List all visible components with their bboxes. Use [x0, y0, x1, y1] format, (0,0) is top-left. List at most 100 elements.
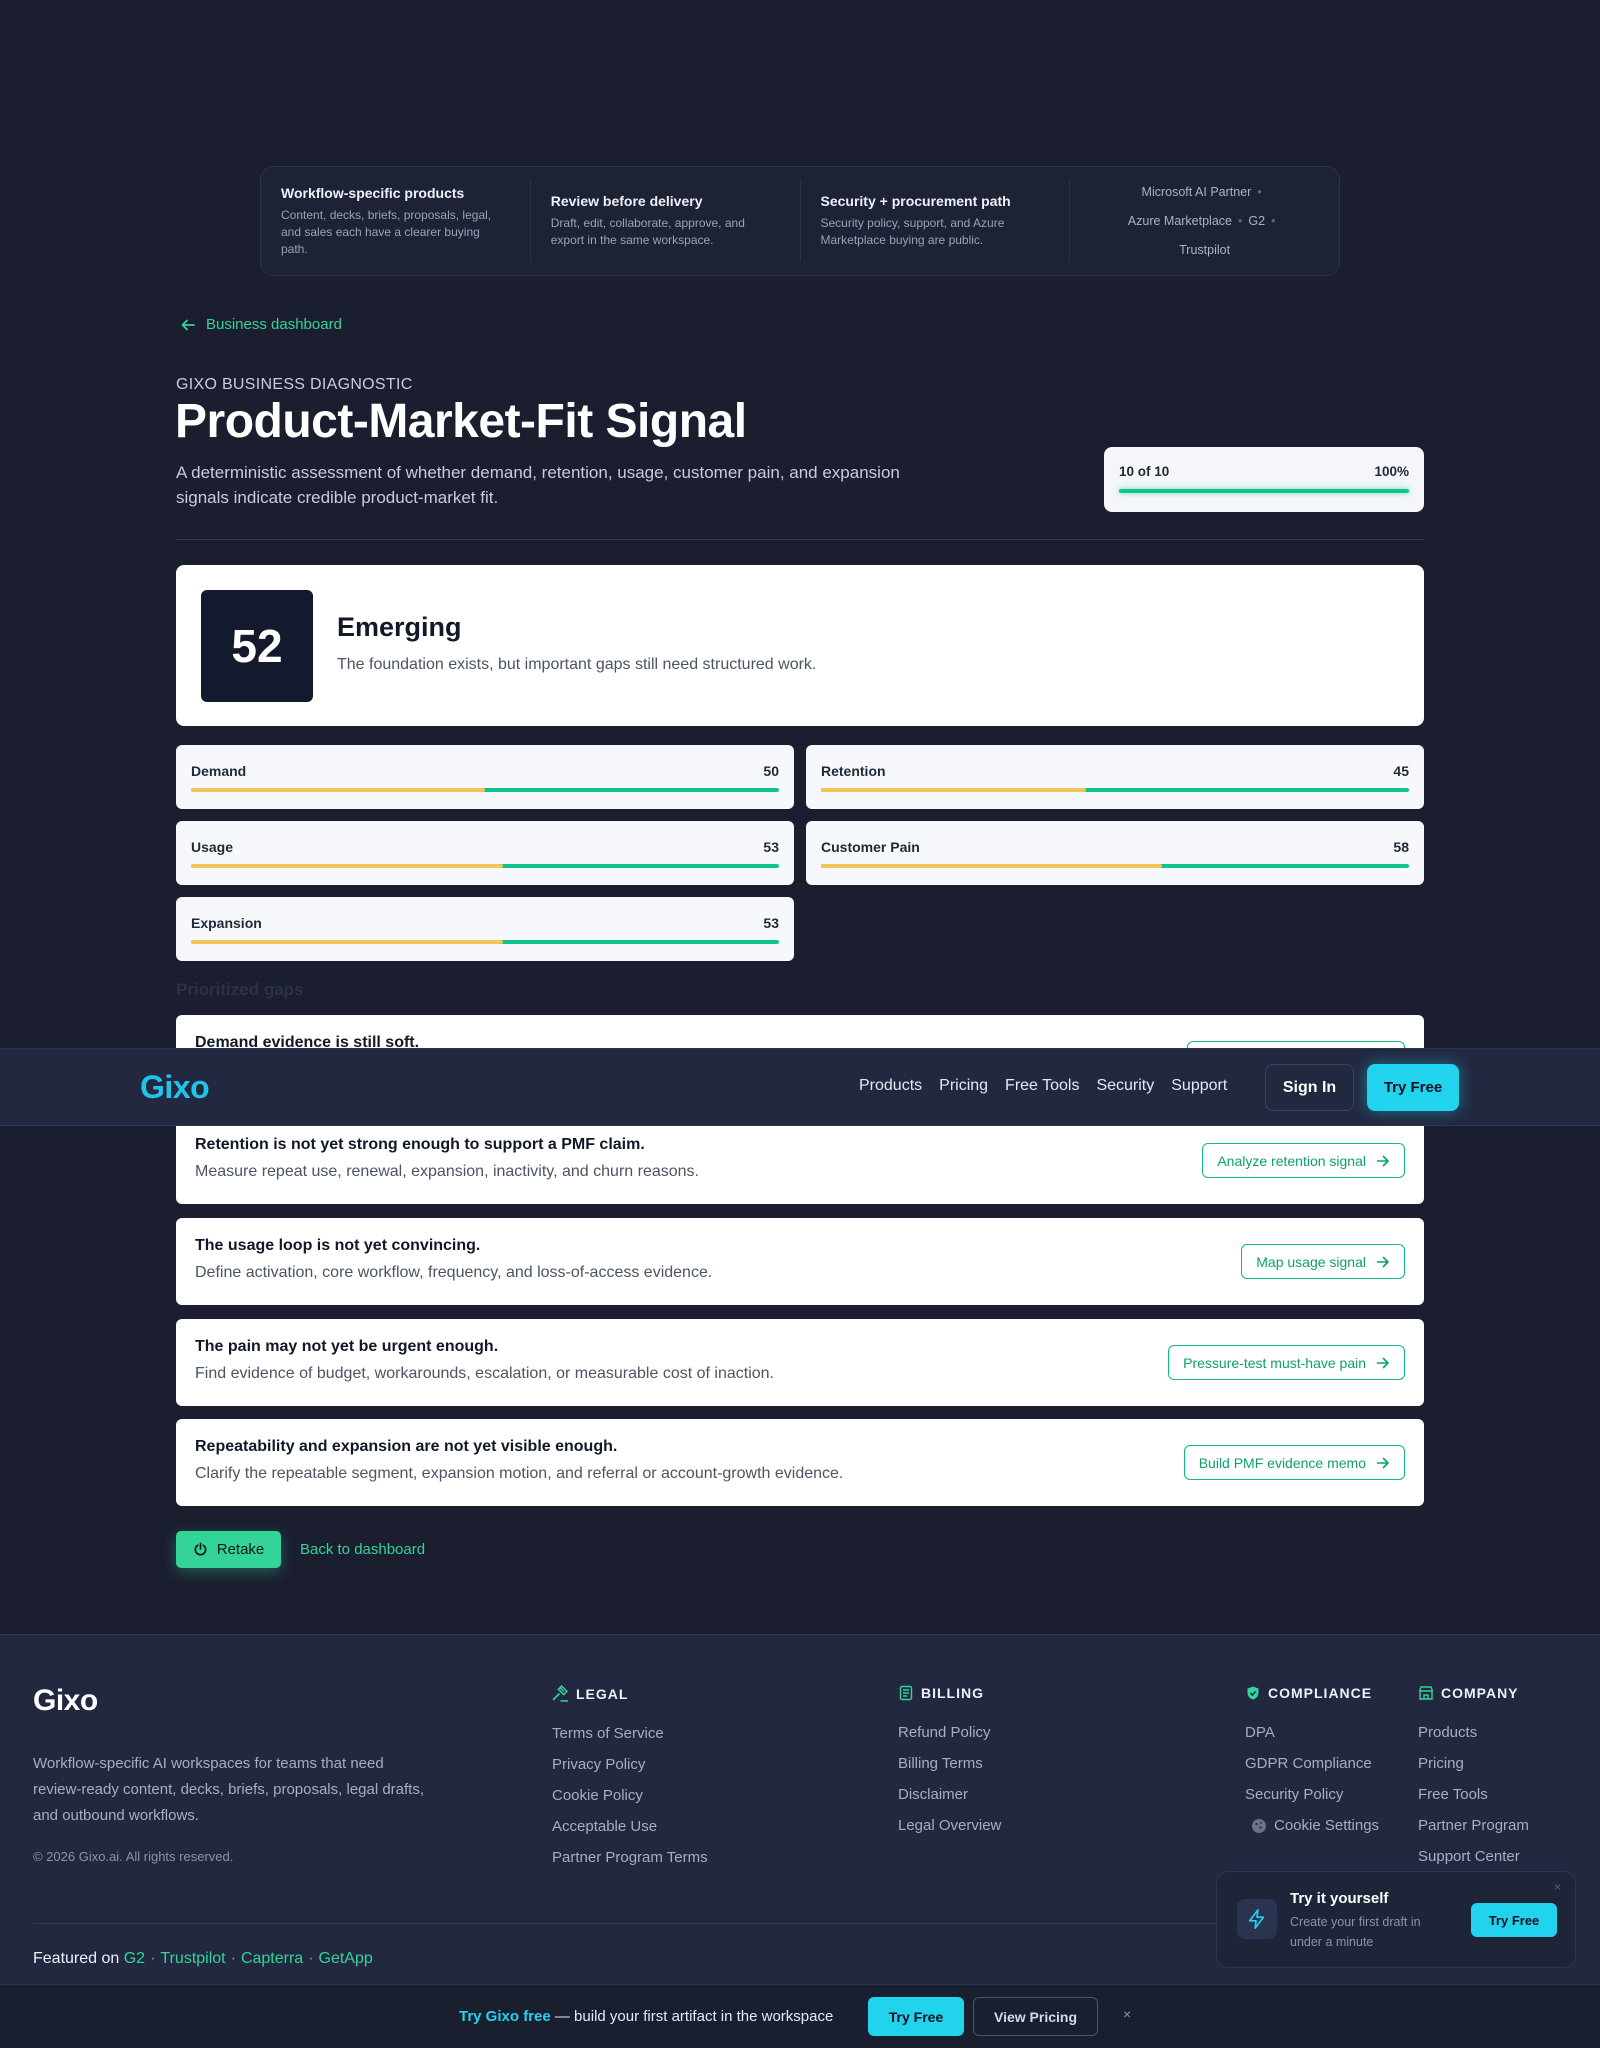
footer-link[interactable]: Refund Policy: [898, 1717, 1001, 1748]
footer-brand: Gixo: [33, 1684, 98, 1717]
footer-column-compliance: COMPLIANCE DPA GDPR Compliance Security …: [1245, 1685, 1379, 1841]
featured-link-getapp[interactable]: GetApp: [319, 1950, 373, 1967]
footer-link[interactable]: Terms of Service: [552, 1718, 708, 1749]
footer-link[interactable]: GDPR Compliance: [1245, 1748, 1379, 1779]
footer-link[interactable]: Disclaimer: [898, 1779, 1001, 1810]
build-pmf-memo-button[interactable]: Build PMF evidence memo: [1183, 1445, 1405, 1480]
trust-item: Review before delivery Draft, edit, coll…: [531, 180, 801, 262]
featured-on: Featured on G2 · Trustpilot · Capterra · GetAp…: [33, 1950, 373, 1967]
footer-copyright: © 2026 Gixo.ai. All rights reserved.: [33, 1849, 234, 1864]
gap-text: Find evidence of budget, workarounds, es…: [195, 1365, 774, 1382]
footer-link[interactable]: Cookie Policy: [552, 1780, 708, 1811]
partner-azure: Azure Marketplace: [1127, 213, 1232, 228]
score-value: 52: [201, 590, 313, 702]
popup-try-free-button[interactable]: Try Free: [1471, 1903, 1557, 1937]
promo-view-pricing-button[interactable]: View Pricing: [973, 1997, 1098, 2036]
promo-text: Try Gixo free — build your first artifac…: [459, 2008, 833, 2025]
popup-title: Try it yourself: [1290, 1890, 1389, 1907]
brand-logo[interactable]: Gixo: [140, 1069, 210, 1106]
metric-score: 45: [1393, 763, 1409, 779]
sign-in-button[interactable]: Sign In: [1265, 1064, 1354, 1111]
pressure-test-pain-button[interactable]: Pressure-test must-have pain: [1168, 1345, 1405, 1380]
cookie-settings-link[interactable]: Cookie Settings: [1245, 1810, 1379, 1841]
trust-item-title: Review before delivery: [550, 193, 703, 209]
back-to-business-dashboard-link[interactable]: Business dashboard: [180, 316, 342, 333]
retake-button[interactable]: Retake: [176, 1531, 281, 1568]
progress-card: 10 of 10 100%: [1104, 447, 1424, 512]
trust-item-text: Content, decks, briefs, proposals, legal…: [281, 207, 492, 256]
retake-label: Retake: [216, 1541, 265, 1558]
partner-microsoft: Microsoft AI Partner: [1141, 184, 1252, 199]
score-card: 52 Emerging The foundation exists, but i…: [176, 565, 1424, 726]
featured-link-capterra[interactable]: Capterra: [241, 1950, 303, 1967]
footer-link[interactable]: Privacy Policy: [552, 1749, 708, 1780]
featured-link-g2[interactable]: G2: [124, 1950, 145, 1967]
nav-link-pricing[interactable]: Pricing: [939, 1077, 988, 1095]
gap-card: Repeatability and expansion are not yet …: [176, 1419, 1424, 1506]
back-link-label: Business dashboard: [206, 316, 342, 333]
nav-link-security[interactable]: Security: [1096, 1077, 1154, 1095]
try-it-yourself-popup: Try it yourself Create your first draft …: [1216, 1871, 1576, 1968]
metric-name: Customer Pain: [821, 839, 920, 855]
footer-heading: COMPANY: [1441, 1685, 1519, 1701]
nav-link-products[interactable]: Products: [859, 1077, 922, 1095]
metric-bar: [191, 788, 779, 792]
footer-link[interactable]: Billing Terms: [898, 1748, 1001, 1779]
footer-link[interactable]: DPA: [1245, 1717, 1379, 1748]
footer-column-billing: BILLING Refund Policy Billing Terms Disc…: [898, 1685, 1001, 1841]
progress-percent: 100%: [1374, 464, 1409, 479]
arrow-right-icon: [1376, 1357, 1389, 1368]
metric-bar-fill: [821, 864, 1163, 868]
gap-text: Define activation, core workflow, freque…: [195, 1264, 713, 1281]
arrow-right-icon: [1376, 1457, 1389, 1468]
separator-dot: •: [1257, 184, 1262, 199]
promo-try-free-button[interactable]: Try Free: [868, 1997, 964, 2036]
progress-fill: [1119, 489, 1409, 493]
top-navbar: Gixo Products Pricing Free Tools Securit…: [0, 1048, 1600, 1126]
nav-links: Products Pricing Free Tools Security Sup…: [859, 1077, 1227, 1095]
gavel-icon: [552, 1685, 568, 1702]
arrow-right-icon: [1376, 1155, 1389, 1166]
footer-link[interactable]: Products: [1418, 1717, 1529, 1748]
arrow-right-icon: [1376, 1256, 1389, 1267]
metric-bar: [821, 788, 1409, 792]
page-title: Product-Market-Fit Signal: [175, 395, 747, 448]
footer-link[interactable]: Pricing: [1418, 1748, 1529, 1779]
back-to-dashboard-link[interactable]: Back to dashboard: [300, 1541, 425, 1558]
footer-link[interactable]: Legal Overview: [898, 1810, 1001, 1841]
footer-link[interactable]: Acceptable Use: [552, 1811, 708, 1842]
metric-score: 50: [763, 763, 779, 779]
partner-g2: G2: [1248, 213, 1266, 228]
promo-rest: — build your first artifact in the works…: [550, 2008, 834, 2025]
footer-link[interactable]: Support Center: [1418, 1841, 1529, 1872]
nav-link-free-tools[interactable]: Free Tools: [1005, 1077, 1079, 1095]
metric-card-usage: Usage 53: [176, 821, 794, 885]
metric-score: 58: [1393, 839, 1409, 855]
promo-strong[interactable]: Try Gixo free: [459, 2008, 551, 2025]
store-icon: [1418, 1686, 1434, 1700]
section-title: Prioritized gaps: [176, 980, 304, 999]
trust-item: Workflow-specific products Content, deck…: [261, 180, 531, 262]
footer-link[interactable]: Partner Program: [1418, 1810, 1529, 1841]
gap-action-label: Build PMF evidence memo: [1198, 1454, 1366, 1471]
page-eyebrow: GIXO BUSINESS DIAGNOSTIC: [176, 376, 413, 393]
gap-action-label: Analyze retention signal: [1217, 1152, 1366, 1169]
map-usage-button[interactable]: Map usage signal: [1241, 1244, 1405, 1279]
metric-bar-fill: [191, 940, 503, 944]
analyze-retention-button[interactable]: Analyze retention signal: [1202, 1143, 1405, 1178]
footer-link[interactable]: Free Tools: [1418, 1779, 1529, 1810]
gap-title: The usage loop is not yet convincing.: [195, 1237, 481, 1254]
popup-close-icon[interactable]: ×: [1554, 1880, 1561, 1894]
nav-link-support[interactable]: Support: [1171, 1077, 1227, 1095]
metric-bar-fill: [191, 788, 485, 792]
receipt-icon: [899, 1685, 913, 1701]
footer-link[interactable]: Partner Program Terms: [552, 1842, 708, 1873]
try-free-button[interactable]: Try Free: [1367, 1064, 1459, 1111]
promo-close-icon[interactable]: ×: [1123, 2006, 1131, 2022]
gap-card: The usage loop is not yet convincing. De…: [176, 1218, 1424, 1305]
gap-card: Retention is not yet strong enough to su…: [176, 1117, 1424, 1204]
footer-link[interactable]: Security Policy: [1245, 1779, 1379, 1810]
featured-link-trustpilot[interactable]: Trustpilot: [160, 1950, 225, 1967]
footer-heading: BILLING: [921, 1685, 984, 1701]
lightning-icon: [1237, 1899, 1277, 1939]
